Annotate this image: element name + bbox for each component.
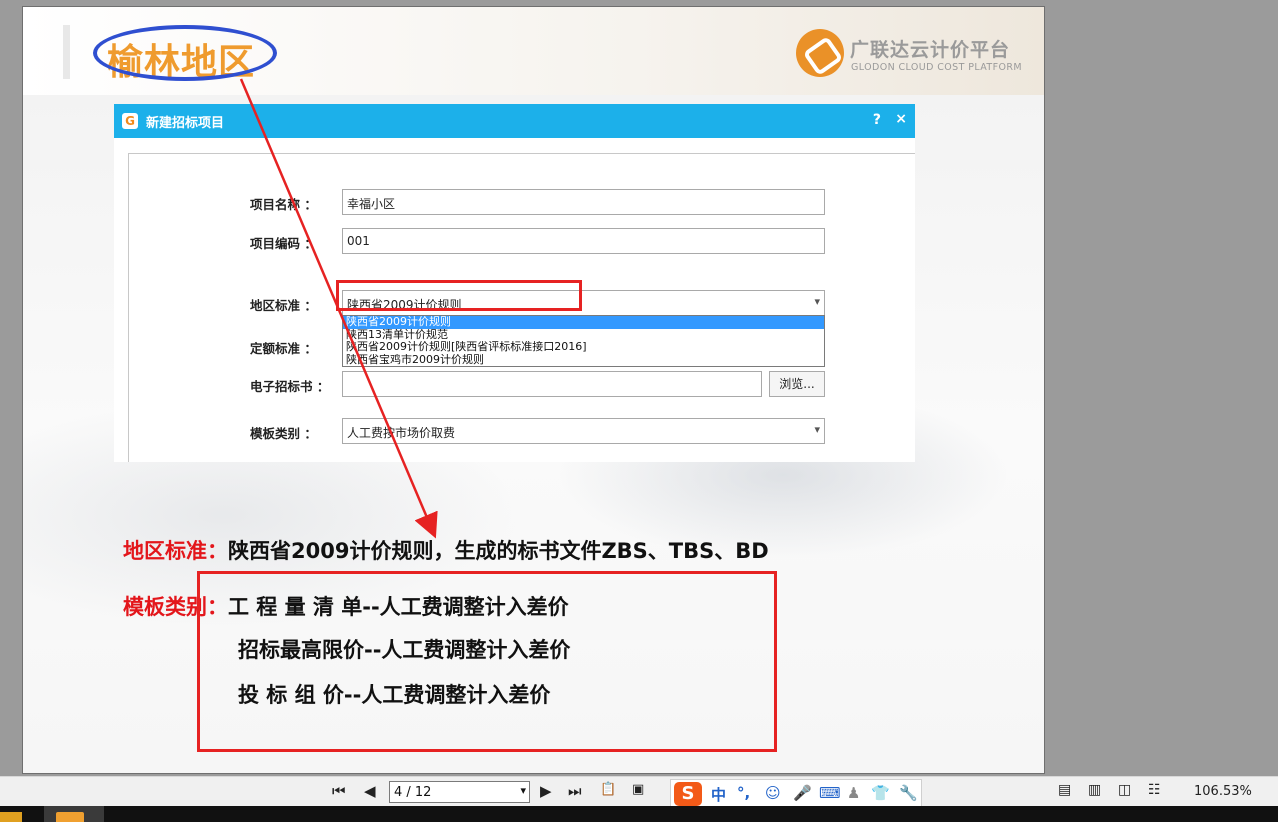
region-note: 地区标准：陕西省2009计价规则，生成的标书文件ZBS、TBS、BD (123, 535, 769, 565)
os-taskbar (0, 806, 1278, 822)
zoom-level[interactable]: 106.53% (1194, 784, 1252, 799)
region-note-text: 陕西省2009计价规则，生成的标书文件ZBS、TBS、BD (228, 539, 769, 563)
settings-wrench-icon[interactable]: 🔧 (899, 784, 918, 802)
slide: 榆林地区 广联达云计价平台 GLODON CLOUD COST PLATFORM… (22, 6, 1045, 774)
paste-icon[interactable]: ▣ (632, 782, 644, 797)
two-page-view-icon[interactable]: ◫ (1118, 782, 1131, 798)
two-page-continuous-icon[interactable]: ☷ (1148, 782, 1161, 798)
page-indicator[interactable]: 4 / 12 (389, 781, 530, 803)
sogou-ime-icon[interactable]: S (674, 782, 702, 806)
region-note-label: 地区标准： (123, 539, 228, 563)
punctuation-icon[interactable]: °, (737, 784, 750, 802)
taskbar-start-icon[interactable] (0, 812, 22, 822)
taskbar-app-button[interactable] (44, 806, 104, 822)
ime-toolbar: S 中 °, ☺ 🎤 ⌨ ♟ 👕 🔧 (670, 779, 922, 807)
single-page-view-icon[interactable]: ▤ (1058, 782, 1071, 798)
user-icon[interactable]: ♟ (847, 784, 860, 802)
keyboard-icon[interactable]: ⌨ (819, 784, 841, 802)
last-page-icon[interactable]: ⏭ (568, 782, 582, 800)
skin-icon[interactable]: 👕 (871, 784, 890, 802)
prev-page-icon[interactable]: ◀ (364, 782, 376, 800)
continuous-view-icon[interactable]: ▥ (1088, 782, 1101, 798)
emoji-icon[interactable]: ☺ (765, 784, 781, 802)
copy-icon[interactable]: 📋 (600, 782, 616, 797)
microphone-icon[interactable]: 🎤 (793, 784, 812, 802)
next-page-icon[interactable]: ▶ (540, 782, 552, 800)
ime-mode-toggle[interactable]: 中 (711, 784, 726, 805)
viewer-toolbar: ⏮ ◀ 4 / 12 ▶ ⏭ 📋 ▣ S 中 °, ☺ 🎤 ⌨ ♟ 👕 🔧 ▤ … (0, 776, 1278, 807)
first-page-icon[interactable]: ⏮ (332, 782, 346, 800)
template-highlight-box (197, 571, 777, 752)
